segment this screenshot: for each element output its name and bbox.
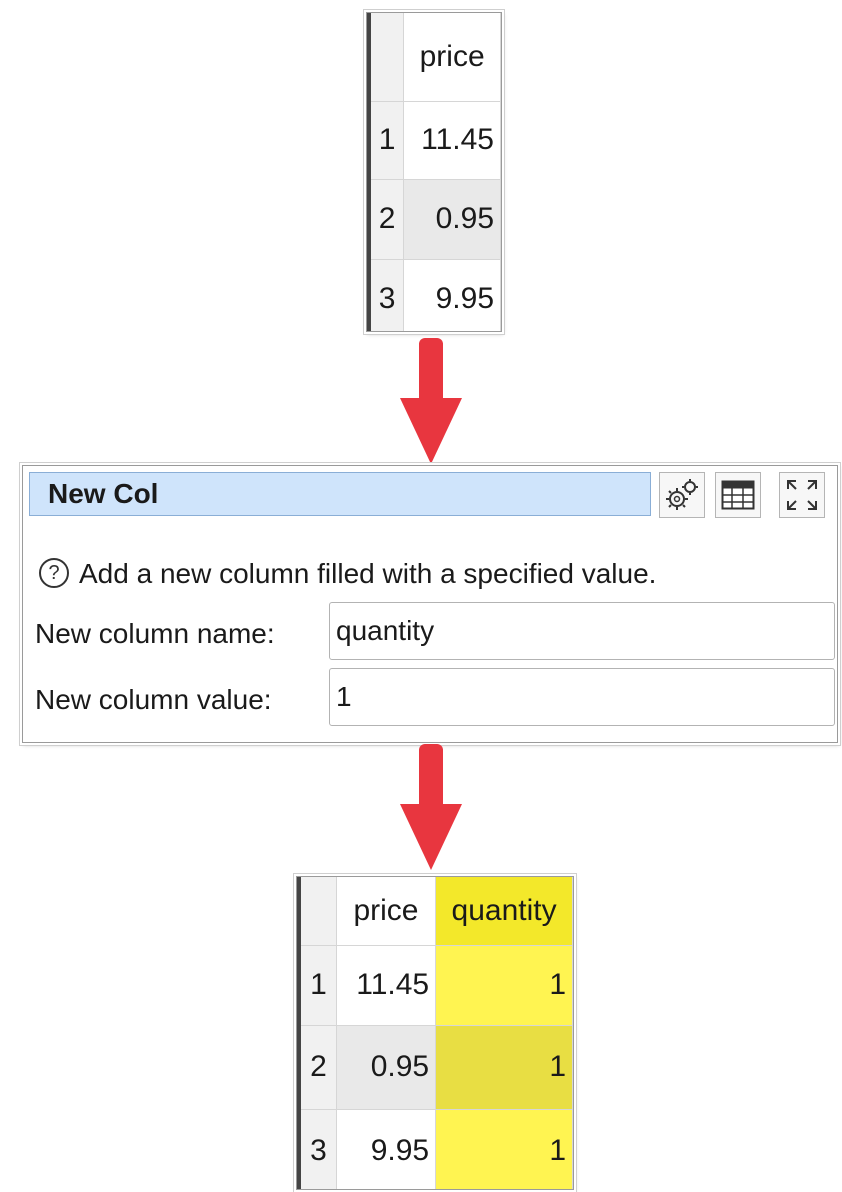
row-number[interactable]: 3	[297, 1109, 337, 1189]
new-col-panel: New Col ? Add a new column filled with a…	[22, 465, 838, 743]
maximize-icon	[787, 480, 817, 510]
price-cell[interactable]: 11.45	[403, 101, 501, 180]
new-column-name-input[interactable]: quantity	[329, 602, 835, 660]
input-table-snippet: price 1 11.45 2 0.95 3 9.95	[366, 12, 502, 332]
corner-cell	[297, 877, 337, 946]
price-cell[interactable]: 0.95	[403, 179, 501, 260]
row-number[interactable]: 2	[367, 179, 405, 260]
column-header-quantity[interactable]: quantity	[435, 877, 573, 946]
panel-description: Add a new column filled with a specified…	[79, 558, 657, 589]
new-column-value-input[interactable]: 1	[329, 668, 835, 726]
output-table: price quantity 1 11.45 1 2 0.95 1 3 9.95…	[297, 877, 573, 1189]
maximize-button[interactable]	[779, 472, 825, 518]
new-column-name-label: New column name:	[35, 618, 275, 649]
help-icon[interactable]: ?	[39, 558, 69, 588]
price-cell[interactable]: 9.95	[403, 259, 501, 331]
price-cell[interactable]: 11.45	[336, 945, 437, 1026]
down-arrow-icon	[400, 744, 462, 870]
column-header-price[interactable]: price	[336, 877, 437, 946]
gears-icon	[666, 479, 698, 510]
quantity-cell[interactable]: 1	[435, 1025, 573, 1110]
row-number[interactable]: 1	[367, 101, 405, 180]
input-table: price 1 11.45 2 0.95 3 9.95	[367, 13, 501, 331]
show-table-button[interactable]	[715, 472, 761, 518]
row-number[interactable]: 3	[367, 259, 405, 331]
column-header-price[interactable]: price	[403, 13, 501, 102]
corner-cell	[367, 13, 405, 102]
panel-title[interactable]: New Col	[29, 472, 651, 516]
row-number[interactable]: 2	[297, 1025, 337, 1110]
new-column-value-label: New column value:	[35, 684, 272, 715]
output-table-snippet: price quantity 1 11.45 1 2 0.95 1 3 9.95…	[296, 876, 574, 1190]
quantity-cell[interactable]: 1	[435, 1109, 573, 1189]
options-button[interactable]	[659, 472, 705, 518]
table-icon	[721, 480, 755, 510]
row-number[interactable]: 1	[297, 945, 337, 1026]
price-cell[interactable]: 9.95	[336, 1109, 437, 1189]
price-cell[interactable]: 0.95	[336, 1025, 437, 1110]
down-arrow-icon	[400, 338, 462, 464]
quantity-cell[interactable]: 1	[435, 945, 573, 1026]
